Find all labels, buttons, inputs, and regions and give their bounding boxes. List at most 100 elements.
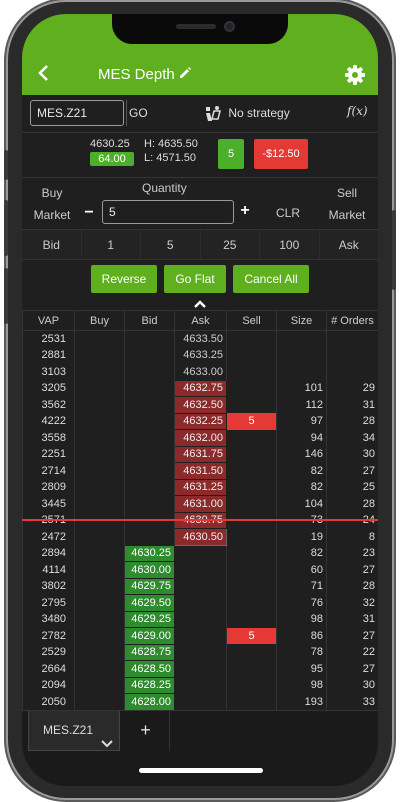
ask-cell[interactable]: 4632.00 xyxy=(174,429,227,447)
pencil-icon[interactable] xyxy=(178,66,192,80)
sell-cell[interactable] xyxy=(226,528,277,545)
reverse-button[interactable]: Reverse xyxy=(91,265,157,293)
bid-side-button[interactable]: Bid xyxy=(22,230,82,259)
bid-cell[interactable]: 4628.25 xyxy=(124,676,175,694)
position-badge[interactable]: 5 xyxy=(218,139,244,169)
go-flat-button[interactable]: Go Flat xyxy=(164,265,226,293)
qty-100-button[interactable]: 100 xyxy=(260,230,320,259)
bid-cell[interactable]: 4628.00 xyxy=(124,693,175,711)
bid-cell[interactable] xyxy=(124,528,175,545)
bid-cell[interactable] xyxy=(124,462,175,479)
bid-cell[interactable] xyxy=(124,380,175,397)
sell-cell[interactable]: 5 xyxy=(226,413,277,430)
buy-cell[interactable] xyxy=(74,594,125,611)
bid-cell[interactable] xyxy=(124,429,175,446)
bid-cell[interactable]: 4629.50 xyxy=(124,594,175,612)
symbol-input[interactable] xyxy=(30,100,124,126)
chevron-down-icon[interactable] xyxy=(101,725,113,748)
quantity-input[interactable] xyxy=(102,200,234,224)
sell-cell[interactable] xyxy=(226,330,277,347)
quantity-decrement-button[interactable]: − xyxy=(82,204,96,222)
tab-mes-z21[interactable]: MES.Z21 xyxy=(28,711,120,751)
sell-cell[interactable] xyxy=(226,611,277,628)
sell-cell[interactable] xyxy=(226,545,277,562)
ask-cell[interactable]: 4633.00 xyxy=(174,363,227,380)
ask-cell[interactable]: 4632.50 xyxy=(174,396,227,414)
bid-cell[interactable] xyxy=(124,363,175,380)
ask-cell[interactable] xyxy=(174,545,227,562)
buy-cell[interactable] xyxy=(74,479,125,496)
buy-cell[interactable] xyxy=(74,677,125,694)
qty-5-button[interactable]: 5 xyxy=(141,230,201,259)
ask-cell[interactable]: 4633.50 xyxy=(174,330,227,347)
buy-cell[interactable] xyxy=(74,578,125,595)
buy-cell[interactable] xyxy=(74,561,125,578)
add-tab-button[interactable]: + xyxy=(122,711,170,751)
buy-cell[interactable] xyxy=(74,380,125,397)
buy-cell[interactable] xyxy=(74,528,125,545)
ask-cell[interactable]: 4631.75 xyxy=(174,445,227,463)
buy-cell[interactable] xyxy=(74,413,125,430)
buy-market-button[interactable]: Buy Market xyxy=(28,182,76,226)
sell-cell[interactable] xyxy=(226,396,277,413)
buy-cell[interactable] xyxy=(74,330,125,347)
bid-cell[interactable] xyxy=(124,446,175,463)
bid-cell[interactable] xyxy=(124,413,175,430)
sell-cell[interactable]: 5 xyxy=(226,627,277,644)
bid-cell[interactable] xyxy=(124,347,175,364)
bid-cell[interactable]: 4629.25 xyxy=(124,610,175,628)
ask-cell[interactable]: 4631.25 xyxy=(174,478,227,496)
buy-cell[interactable] xyxy=(74,347,125,364)
ask-cell[interactable] xyxy=(174,693,227,710)
ask-cell[interactable]: 4632.25 xyxy=(174,412,227,430)
buy-cell[interactable] xyxy=(74,462,125,479)
ask-cell[interactable]: 4631.50 xyxy=(174,462,227,480)
ask-cell[interactable] xyxy=(174,561,227,578)
bid-cell[interactable]: 4628.75 xyxy=(124,643,175,661)
qty-1-button[interactable]: 1 xyxy=(81,230,141,259)
ask-cell[interactable]: 4630.50 xyxy=(174,528,227,546)
buy-cell[interactable] xyxy=(74,644,125,661)
sell-cell[interactable] xyxy=(226,677,277,694)
ask-cell[interactable] xyxy=(174,644,227,661)
sell-cell[interactable] xyxy=(226,446,277,463)
sell-cell[interactable] xyxy=(226,347,277,364)
buy-cell[interactable] xyxy=(74,660,125,677)
ask-cell[interactable]: 4631.00 xyxy=(174,495,227,513)
sell-market-button[interactable]: Sell Market xyxy=(322,182,372,226)
sell-cell[interactable] xyxy=(226,495,277,512)
ask-cell[interactable] xyxy=(174,594,227,611)
go-button[interactable]: GO xyxy=(126,100,148,126)
pnl-badge[interactable]: -$12.50 xyxy=(254,139,308,169)
ask-cell[interactable] xyxy=(174,627,227,644)
bid-cell[interactable] xyxy=(124,330,175,347)
bid-cell[interactable]: 4629.00 xyxy=(124,627,175,645)
buy-cell[interactable] xyxy=(74,495,125,512)
bid-cell[interactable]: 4629.75 xyxy=(124,577,175,595)
buy-cell[interactable] xyxy=(74,396,125,413)
bid-cell[interactable]: 4630.00 xyxy=(124,561,175,579)
buy-cell[interactable] xyxy=(74,611,125,628)
sell-cell[interactable] xyxy=(226,594,277,611)
ask-cell[interactable] xyxy=(174,677,227,694)
sell-cell[interactable] xyxy=(226,429,277,446)
sell-cell[interactable] xyxy=(226,644,277,661)
buy-cell[interactable] xyxy=(74,429,125,446)
quantity-increment-button[interactable]: + xyxy=(238,202,252,220)
clear-quantity-button[interactable]: CLR xyxy=(276,206,300,220)
bid-cell[interactable] xyxy=(124,479,175,496)
bid-cell[interactable]: 4628.50 xyxy=(124,660,175,678)
sell-cell[interactable] xyxy=(226,561,277,578)
buy-cell[interactable] xyxy=(74,693,125,710)
sell-cell[interactable] xyxy=(226,380,277,397)
ask-cell[interactable] xyxy=(174,578,227,595)
ask-side-button[interactable]: Ask xyxy=(319,230,378,259)
buy-cell[interactable] xyxy=(74,545,125,562)
gear-icon[interactable] xyxy=(344,64,366,86)
sell-cell[interactable] xyxy=(226,660,277,677)
buy-cell[interactable] xyxy=(74,363,125,380)
chevron-up-icon[interactable] xyxy=(193,296,207,308)
back-chevron-icon[interactable] xyxy=(36,64,52,82)
sell-cell[interactable] xyxy=(226,578,277,595)
ask-cell[interactable] xyxy=(174,611,227,628)
